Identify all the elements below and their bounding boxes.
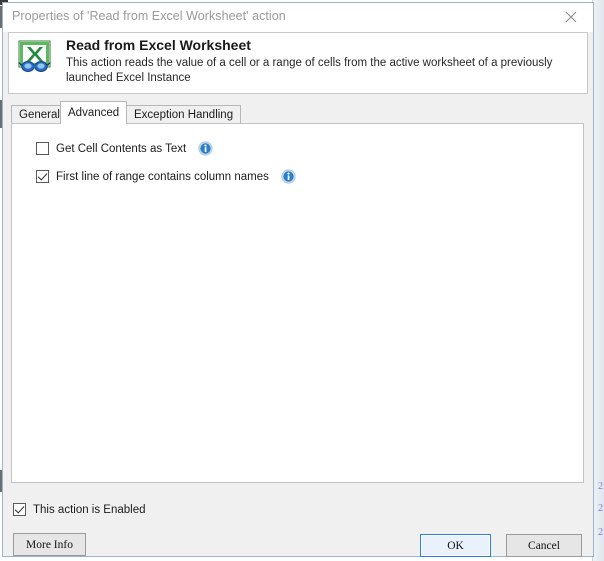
action-description: This action reads the value of a cell or…	[66, 57, 553, 84]
tab-advanced[interactable]: Advanced	[60, 101, 128, 124]
more-info-button[interactable]: More Info	[13, 533, 86, 556]
excel-read-worksheet-icon	[16, 38, 56, 78]
ok-button[interactable]: OK	[420, 534, 491, 557]
action-title: Read from Excel Worksheet	[66, 37, 251, 53]
checkbox-first-line-contains-column-names[interactable]	[36, 170, 49, 183]
background-ghost-glyph: 2	[598, 503, 603, 514]
tab-exception-handling[interactable]: Exception Handling	[126, 105, 242, 124]
dialog-title: Properties of 'Read from Excel Worksheet…	[12, 9, 286, 23]
cancel-button[interactable]: Cancel	[506, 534, 582, 557]
properties-dialog: Properties of 'Read from Excel Worksheet…	[2, 2, 594, 557]
close-icon	[565, 11, 576, 23]
option-row-get-cell-contents-as-text: Get Cell Contents as Text	[36, 141, 213, 156]
info-icon-get-cell-contents-as-text[interactable]	[198, 141, 213, 156]
label-action-enabled: This action is Enabled	[33, 503, 146, 516]
checkbox-get-cell-contents-as-text[interactable]	[36, 142, 49, 155]
dialog-titlebar: Properties of 'Read from Excel Worksheet…	[3, 3, 593, 32]
checkbox-action-enabled[interactable]	[13, 503, 26, 516]
action-header-panel: Read from Excel Worksheet This action re…	[8, 32, 588, 94]
action-enabled-row: This action is Enabled	[13, 503, 146, 516]
advanced-tab-panel: Get Cell Contents as Text First line of …	[11, 123, 584, 483]
label-first-line-contains-column-names: First line of range contains column name…	[56, 170, 269, 183]
background-ghost-glyph: 2	[598, 481, 603, 492]
close-button[interactable]	[548, 3, 593, 31]
background-ghost-glyph: 2	[598, 527, 603, 538]
label-get-cell-contents-as-text: Get Cell Contents as Text	[56, 142, 187, 155]
info-icon-first-line-contains-column-names[interactable]	[281, 169, 296, 184]
option-row-first-line-contains-column-names: First line of range contains column name…	[36, 169, 296, 184]
screenshot-root: 2 2 2 Properties of 'Read from Excel Wor…	[0, 0, 604, 561]
